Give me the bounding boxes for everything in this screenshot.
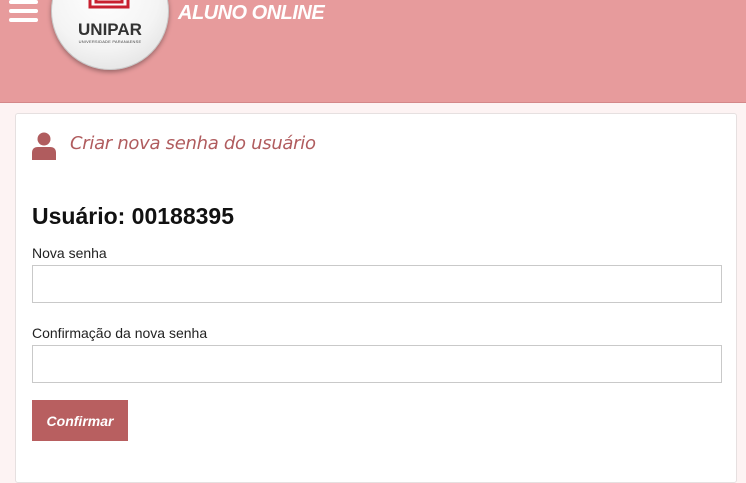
unipar-logo[interactable]: UNIPAR UNIVERSIDADE PARANAENSE	[51, 0, 169, 70]
app-title: ALUNO ONLINE	[178, 2, 325, 24]
user-id-heading: Usuário: 00188395	[32, 203, 235, 229]
logo-name: UNIPAR	[78, 20, 142, 39]
menu-icon[interactable]	[9, 0, 39, 24]
create-password-card: Criar nova senha do usuário Usuário: 001…	[15, 113, 737, 483]
logo-mark-icon	[88, 0, 130, 9]
confirm-password-input[interactable]	[32, 345, 722, 383]
app-header: UNIPAR UNIVERSIDADE PARANAENSE ALUNO ONL…	[0, 0, 746, 103]
new-password-input[interactable]	[32, 265, 722, 303]
user-icon	[32, 132, 56, 160]
logo-subtitle: UNIVERSIDADE PARANAENSE	[78, 39, 142, 44]
confirm-button[interactable]: Confirmar	[32, 400, 128, 441]
new-password-label: Nova senha	[32, 245, 107, 261]
card-title: Criar nova senha do usuário	[70, 133, 316, 154]
confirm-password-label: Confirmação da nova senha	[32, 325, 208, 341]
